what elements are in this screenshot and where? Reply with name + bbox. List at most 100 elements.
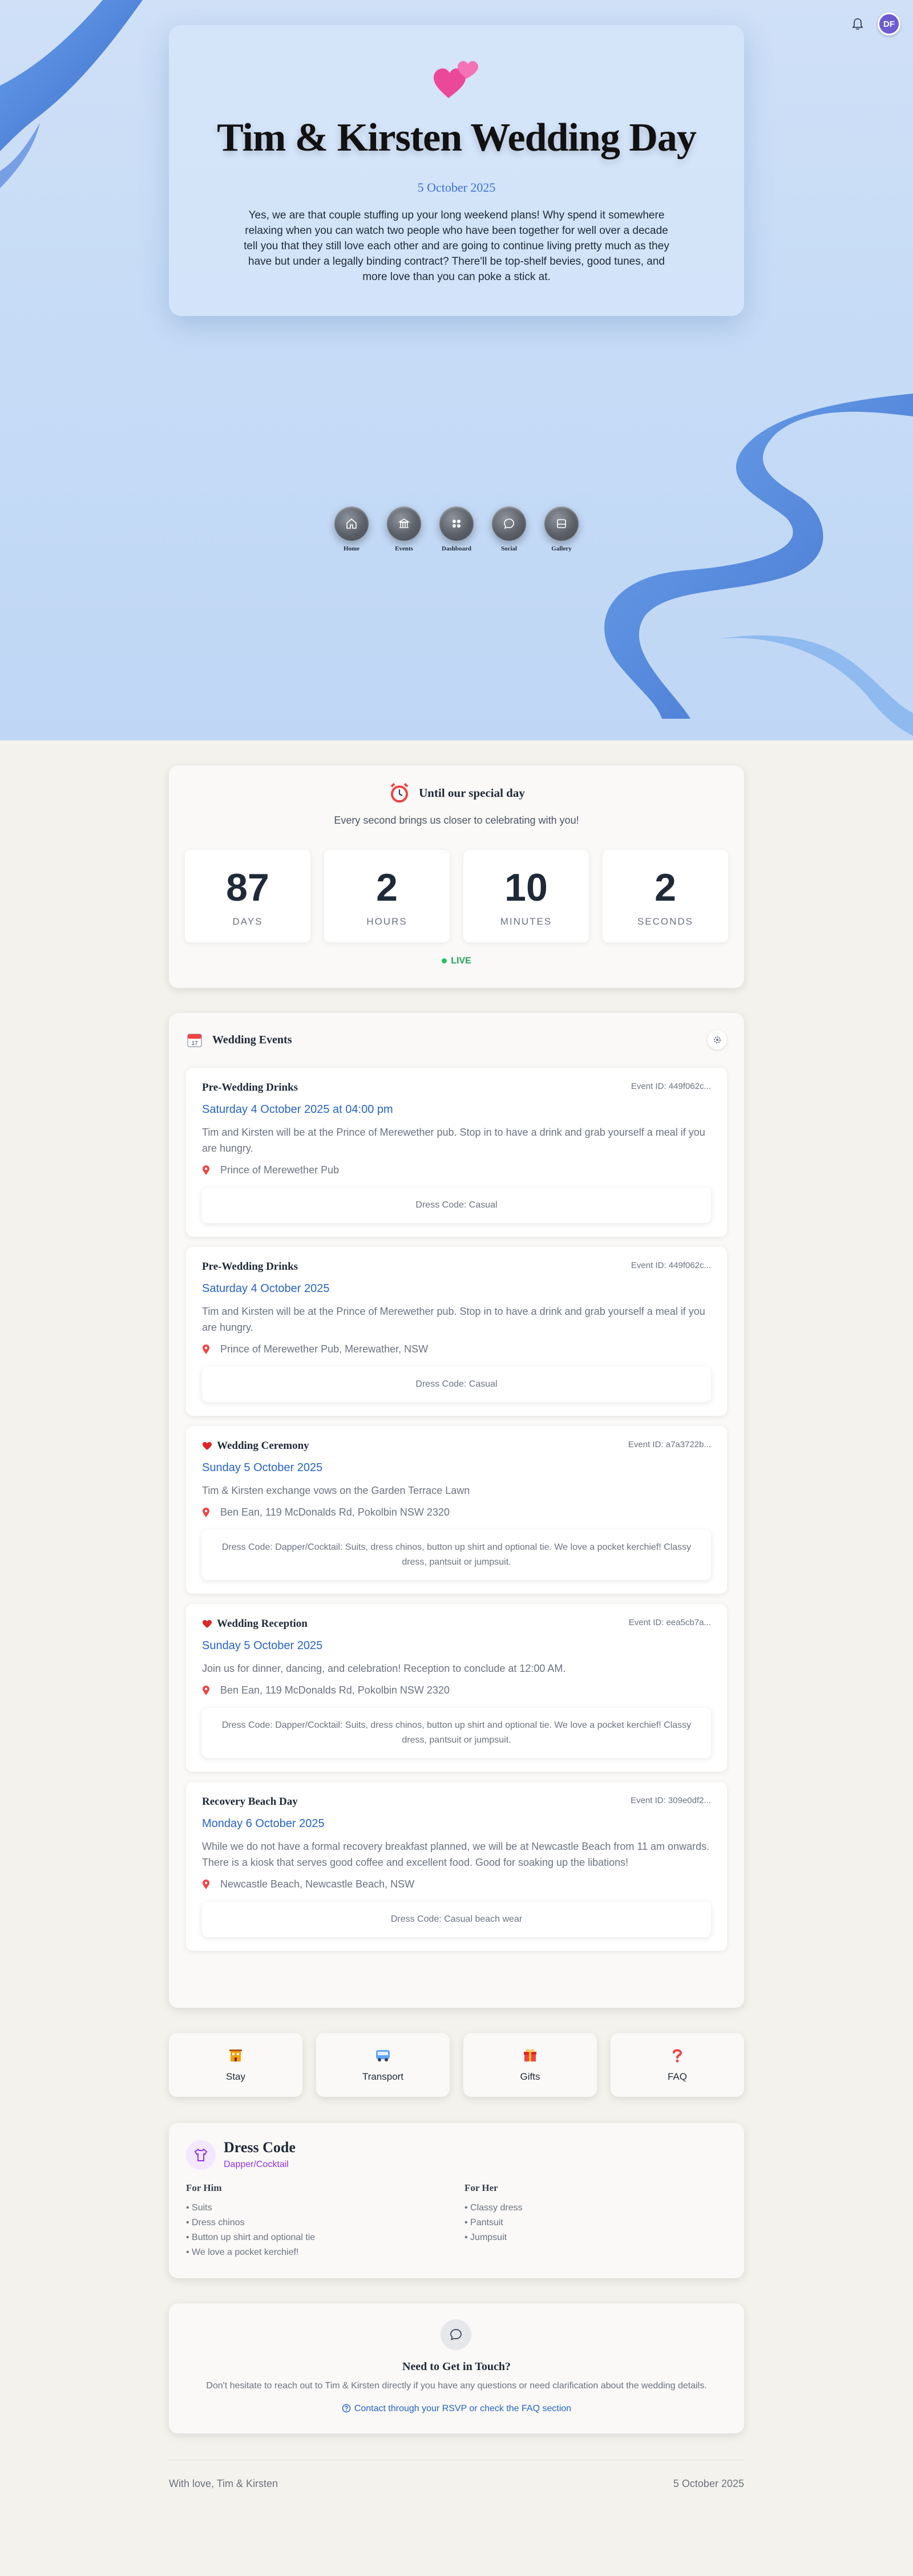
event-dress-code: Dress Code: Casual [202, 1188, 711, 1223]
bank-icon [387, 507, 421, 541]
heart-icon [203, 1442, 212, 1450]
event-card[interactable]: Pre-Wedding Drinks Event ID: 449f062c...… [186, 1247, 727, 1416]
event-id: Event ID: a7a3722b... [628, 1440, 711, 1449]
calendar-icon: 17 [187, 1034, 202, 1047]
countdown-value: 2 [376, 866, 398, 909]
nav-label: Social [500, 545, 518, 552]
bus-icon [376, 2050, 390, 2061]
home-icon [334, 507, 369, 541]
dress-col-title: For Him [186, 2182, 222, 2193]
nav-item-gallery[interactable]: Gallery [544, 507, 579, 552]
contact-title: Need to Get in Touch? [402, 2360, 511, 2373]
two-hearts-icon [434, 61, 478, 98]
live-indicator: LIVE [169, 956, 744, 966]
event-date: Saturday 4 October 2025 [202, 1282, 330, 1295]
event-dress-code: Dress Code: Dapper/Cocktail: Suits, dres… [202, 1530, 711, 1580]
event-location-text: Newcastle Beach, Newcastle Beach, NSW [220, 1878, 415, 1890]
countdown-hours: 2 HOURS [324, 850, 450, 942]
event-id: Event ID: 449f062c... [631, 1082, 711, 1091]
event-dress-code: Dress Code: Casual [202, 1367, 711, 1402]
chat-icon [441, 2319, 471, 2350]
question-icon [673, 2049, 682, 2063]
event-card[interactable]: Pre-Wedding Drinks Event ID: 449f062c...… [186, 1068, 727, 1237]
event-description: Join us for dinner, dancing, and celebra… [202, 1663, 566, 1674]
dress-code-him: For Him • Suits • Dress chinos • Button … [186, 2182, 315, 2260]
events-list: Pre-Wedding Drinks Event ID: 449f062c...… [186, 1068, 727, 1961]
hero-date: 5 October 2025 [417, 180, 496, 195]
nav-item-events[interactable]: Events [387, 507, 421, 552]
dress-code-subtitle: Dapper/Cocktail [224, 2160, 289, 2169]
bell-icon[interactable] [849, 15, 866, 33]
pin-icon [203, 1685, 209, 1695]
countdown-value: 87 [226, 866, 269, 909]
footer-date: 5 October 2025 [673, 2478, 744, 2489]
hero-card: Tim & Kirsten Wedding Day 5 October 2025… [169, 25, 744, 316]
quick-link-label: FAQ [667, 2071, 687, 2082]
dress-list: • Suits • Dress chinos • Button up shirt… [186, 2201, 315, 2260]
live-label: LIVE [451, 956, 471, 966]
dashboard-icon [439, 507, 474, 541]
event-card[interactable]: Recovery Beach Day Event ID: 309e0df2...… [186, 1782, 727, 1951]
countdown-value: 10 [504, 866, 548, 909]
event-id: Event ID: 309e0df2... [631, 1796, 711, 1805]
nav-label: Home [343, 545, 360, 552]
svg-text:17: 17 [191, 1040, 198, 1047]
countdown-label: DAYS [232, 916, 263, 927]
nav-item-home[interactable]: Home [334, 507, 369, 552]
countdown-seconds: 2 SECONDS [603, 850, 728, 942]
page-title: Tim & Kirsten Wedding Day [217, 116, 697, 160]
quick-link-stay[interactable]: Stay [169, 2033, 302, 2097]
event-location-text: Ben Ean, 119 McDonalds Rd, Pokolbin NSW … [220, 1684, 450, 1696]
countdown-label: MINUTES [500, 916, 552, 927]
event-id: Event ID: 449f062c... [631, 1261, 711, 1270]
quick-link-faq[interactable]: FAQ [611, 2033, 744, 2097]
event-location-text: Prince of Merewether Pub, Merewather, NS… [220, 1343, 429, 1355]
event-id: Event ID: eea5cb7a... [628, 1618, 711, 1627]
nav-item-dashboard[interactable]: Dashboard [439, 507, 474, 552]
contact-link[interactable]: Contact through your RSVP or check the F… [169, 2404, 744, 2414]
event-card[interactable]: Wedding Reception Event ID: eea5cb7a... … [186, 1604, 727, 1772]
footer-signoff: With love, Tim & Kirsten [169, 2478, 278, 2489]
nav-item-social[interactable]: Social [492, 507, 526, 552]
pin-icon [203, 1879, 209, 1889]
event-date: Monday 6 October 2025 [202, 1817, 325, 1830]
list-item: • Suits [186, 2203, 212, 2213]
event-date: Sunday 5 October 2025 [202, 1461, 323, 1474]
pin-icon [203, 1165, 209, 1175]
dress-list: • Classy dress • Pantsuit • Jumpsuit [464, 2201, 523, 2245]
countdown-label: SECONDS [637, 916, 694, 927]
hero-description: Yes, we are that couple stuffing up your… [244, 209, 669, 283]
events-header: 17 Wedding Events [186, 1031, 292, 1048]
event-date: Saturday 4 October 2025 at 04:00 pm [202, 1103, 393, 1116]
quick-link-gifts[interactable]: Gifts [463, 2033, 597, 2097]
main-nav: Home Events Dashboard Social Gallery [334, 507, 579, 552]
event-card[interactable]: Wedding Ceremony Event ID: a7a3722b... S… [186, 1426, 727, 1594]
dress-col-title: For Her [464, 2182, 498, 2193]
quick-link-label: Transport [362, 2071, 404, 2082]
live-dot-icon [442, 958, 447, 964]
event-location-text: Ben Ean, 119 McDonalds Rd, Pokolbin NSW … [220, 1506, 450, 1518]
alarm-clock-icon [390, 783, 409, 803]
countdown-title: Until our special day [419, 785, 525, 800]
quick-link-label: Stay [225, 2071, 246, 2082]
contact-text: Don't hesitate to reach out to Tim & Kir… [206, 2381, 707, 2391]
events-title: Wedding Events [212, 1033, 292, 1046]
event-description: Tim and Kirsten will be at the Prince of… [202, 1306, 705, 1333]
quick-link-label: Gifts [520, 2071, 540, 2082]
help-circle-icon [342, 2404, 351, 2413]
nav-label: Gallery [551, 545, 572, 552]
contact-card: Need to Get in Touch? Don't hesitate to … [169, 2303, 744, 2433]
event-location: Prince of Merewether Pub [202, 1164, 711, 1176]
hero-section: DF Tim & Kirsten Wedding Day 5 October 2… [0, 0, 913, 740]
contact-link-text: Contact through your RSVP or check the F… [354, 2404, 572, 2413]
event-description: Tim & Kirsten exchange vows on the Garde… [202, 1485, 470, 1496]
settings-button[interactable] [708, 1030, 727, 1050]
avatar[interactable]: DF [878, 13, 900, 35]
event-description: Tim and Kirsten will be at the Prince of… [202, 1127, 705, 1154]
countdown-card: Until our special day Every second bring… [169, 765, 744, 988]
list-item: • Classy dress [464, 2203, 523, 2213]
dress-code-her: For Her • Classy dress • Pantsuit • Jump… [464, 2182, 523, 2245]
countdown-subtitle: Every second brings us closer to celebra… [334, 815, 579, 826]
countdown-header: Until our special day [169, 781, 744, 804]
quick-link-transport[interactable]: Transport [316, 2033, 450, 2097]
